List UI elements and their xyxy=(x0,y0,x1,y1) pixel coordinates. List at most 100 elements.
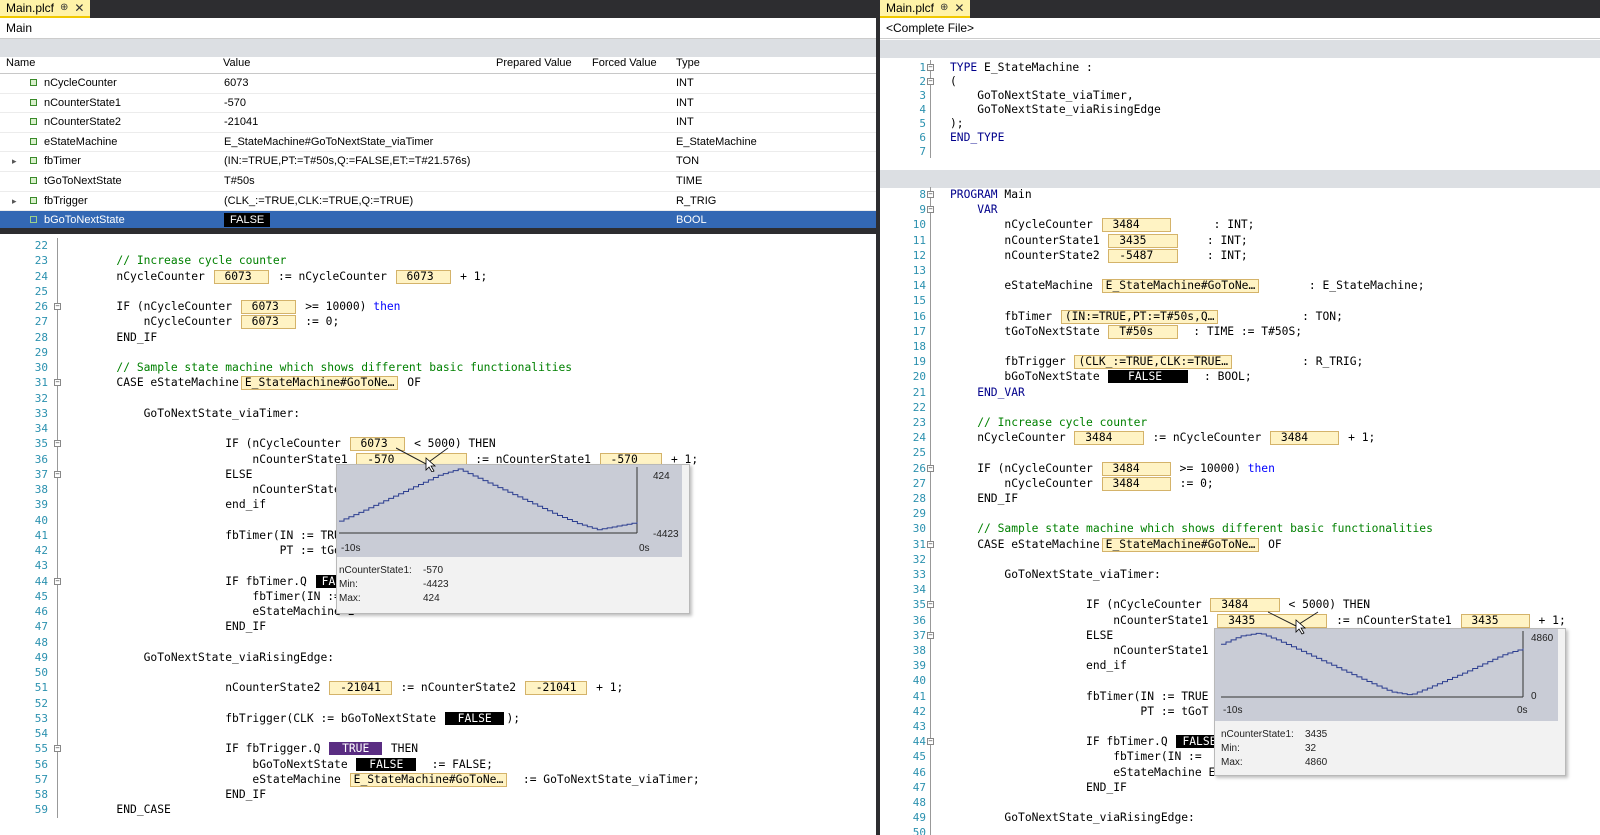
collapse-icon[interactable]: − xyxy=(927,64,934,71)
code-line[interactable]: 27 nCycleCounter 6073 := 0; xyxy=(0,314,876,330)
close-icon[interactable]: ✕ xyxy=(954,0,964,17)
watch-row-nCounterState2[interactable]: nCounterState2 -21041 INT xyxy=(0,113,876,133)
collapse-icon[interactable]: − xyxy=(927,206,934,214)
inline-online-value[interactable]: 6073 xyxy=(240,300,297,314)
inline-online-value[interactable]: 3435 xyxy=(1108,233,1178,248)
code-line[interactable]: 49 GoToNextState_viaRisingEdge: xyxy=(880,810,1600,825)
code-line[interactable]: 29 xyxy=(880,506,1600,521)
code-line[interactable]: 36 nCounterState1 3435 := nCounterState1… xyxy=(880,613,1600,628)
code-line[interactable]: 30 // Sample state machine which shows d… xyxy=(880,521,1600,536)
code-line[interactable]: 2− ( xyxy=(880,74,1600,89)
code-line[interactable]: 28 END_IF xyxy=(880,491,1600,506)
inline-online-value[interactable]: 6073 xyxy=(395,269,452,284)
close-icon[interactable]: ✕ xyxy=(74,0,84,17)
code-line[interactable]: 24 nCycleCounter 6073 := nCycleCounter 6… xyxy=(0,269,876,284)
code-line[interactable]: 6 END_TYPE xyxy=(880,130,1600,145)
code-line[interactable]: 52 xyxy=(0,696,876,711)
code-line[interactable]: 28 END_IF xyxy=(0,330,876,345)
code-line[interactable]: 25 xyxy=(880,445,1600,460)
collapse-icon[interactable]: − xyxy=(927,631,934,639)
code-line[interactable]: 35− IF (nCycleCounter 3484 < 5000) THEN xyxy=(880,597,1600,613)
code-line[interactable]: 22 xyxy=(880,400,1600,415)
inline-online-value[interactable]: 3484 xyxy=(1270,431,1340,446)
code-line[interactable]: 8− PROGRAM Main xyxy=(880,187,1600,202)
left-breadcrumb[interactable]: Main xyxy=(0,18,876,39)
code-line[interactable]: 20 bGoToNextState FALSE : BOOL; xyxy=(880,369,1600,384)
code-line[interactable]: 59 END_CASE xyxy=(0,802,876,817)
code-line[interactable]: 54 xyxy=(0,726,876,741)
collapse-icon[interactable]: − xyxy=(54,379,61,387)
column-header-prepared-value[interactable]: Prepared Value xyxy=(496,57,572,69)
inline-online-value[interactable]: E_StateMachine#GoToNe… xyxy=(1101,537,1260,552)
collapse-icon[interactable]: − xyxy=(54,470,61,478)
right-breadcrumb[interactable]: <Complete File> xyxy=(880,18,1600,39)
column-header-type[interactable]: Type xyxy=(676,57,700,69)
code-line[interactable]: 47 END_IF xyxy=(0,619,876,634)
code-line[interactable]: 29 xyxy=(0,345,876,360)
code-line[interactable]: 48 xyxy=(880,795,1600,810)
code-line[interactable]: 12 nCounterState2 -5487 : INT; xyxy=(880,248,1600,263)
collapse-icon[interactable]: − xyxy=(54,440,61,448)
collapse-icon[interactable]: − xyxy=(927,540,934,548)
inline-online-value[interactable]: 6073 xyxy=(240,315,297,330)
expand-arrow-icon[interactable]: ▸ xyxy=(12,192,17,211)
collapse-icon[interactable]: − xyxy=(927,78,934,85)
code-line[interactable]: 58 END_IF xyxy=(0,787,876,802)
code-line[interactable]: 26− IF (nCycleCounter 6073 >= 10000) the… xyxy=(0,299,876,314)
code-line[interactable]: 49 GoToNextState_viaRisingEdge: xyxy=(0,650,876,665)
code-line[interactable]: 26− IF (nCycleCounter 3484 >= 10000) the… xyxy=(880,461,1600,476)
code-line[interactable]: 47 END_IF xyxy=(880,780,1600,795)
code-line[interactable]: 23 // Increase cycle counter xyxy=(0,253,876,268)
inline-online-value[interactable]: E_StateMachine#GoToNe… xyxy=(240,376,399,391)
inline-online-value[interactable]: E_StateMachine#GoToNe… xyxy=(349,772,508,787)
inline-online-value[interactable]: -21041 xyxy=(329,681,392,696)
column-header-forced-value[interactable]: Forced Value xyxy=(592,57,657,69)
expand-arrow-icon[interactable]: ▸ xyxy=(12,152,17,171)
inline-online-value[interactable]: T#50s xyxy=(1108,324,1178,339)
inline-online-value[interactable]: FALSE xyxy=(444,711,505,725)
inline-online-value[interactable]: 3484 xyxy=(1101,461,1171,476)
column-header-name[interactable]: Name xyxy=(6,57,35,69)
right-type-declaration[interactable]: 1− TYPE E_StateMachine : 2− (3 GoToNextStat… xyxy=(880,60,1600,170)
code-line[interactable]: 22 xyxy=(0,238,876,253)
inline-online-value[interactable]: (IN:=TRUE,PT:=T#50s,Q… xyxy=(1060,309,1219,324)
collapse-icon[interactable]: − xyxy=(927,601,934,609)
code-line[interactable]: 15 xyxy=(880,293,1600,308)
code-line[interactable]: 16 fbTimer (IN:=TRUE,PT:=T#50s,Q… : TON; xyxy=(880,309,1600,324)
code-line[interactable]: 34 xyxy=(880,582,1600,597)
code-line[interactable]: 31− CASE eStateMachine E_StateMachine#GoT… xyxy=(880,537,1600,552)
code-line[interactable]: 18 xyxy=(880,339,1600,354)
code-line[interactable]: 24 nCycleCounter 3484 := nCycleCounter 3… xyxy=(880,430,1600,446)
watch-variable-value[interactable]: (IN:=TRUE,PT:=T#50s,Q:=FALSE,ET:=T#21.57… xyxy=(224,152,470,171)
inline-online-value[interactable]: FALSE xyxy=(356,757,417,771)
inline-online-value[interactable]: TRUE xyxy=(329,742,383,756)
code-line[interactable]: 51 nCounterState2 -21041 := nCounterStat… xyxy=(0,680,876,696)
code-line[interactable]: 53 fbTrigger(CLK := bGoToNextState FALSE… xyxy=(0,711,876,726)
code-line[interactable]: 13 xyxy=(880,263,1600,278)
code-line[interactable]: 27 nCycleCounter 3484 := 0; xyxy=(880,476,1600,491)
watch-row-tGoToNextState[interactable]: tGoToNextState T#50s TIME xyxy=(0,172,876,192)
code-line[interactable]: 7 xyxy=(880,144,1600,159)
inline-online-value[interactable]: E_StateMachine#GoToNe… xyxy=(1101,279,1260,294)
watch-variable-value[interactable]: -21041 xyxy=(224,113,258,132)
code-line[interactable]: 33 GoToNextState_viaTimer: xyxy=(0,406,876,421)
collapse-icon[interactable]: − xyxy=(927,464,934,472)
code-line[interactable]: 10 nCycleCounter 3484 : INT; xyxy=(880,217,1600,233)
inline-online-value[interactable]: 3484 xyxy=(1074,431,1144,446)
column-header-value[interactable]: Value xyxy=(223,57,250,69)
code-line[interactable]: 32 xyxy=(880,552,1600,567)
split-divider[interactable] xyxy=(0,228,876,234)
watch-row-fbTimer[interactable]: ▸ fbTimer (IN:=TRUE,PT:=T#50s,Q:=FALSE,ET:… xyxy=(0,152,876,172)
code-line[interactable]: 25 xyxy=(0,284,876,299)
collapse-icon[interactable]: − xyxy=(927,738,934,746)
inline-online-value[interactable]: -21041 xyxy=(524,681,588,696)
watch-variable-value[interactable]: 6073 xyxy=(224,74,248,93)
code-line[interactable]: 9− VAR xyxy=(880,202,1600,217)
code-line[interactable]: 21 END_VAR xyxy=(880,385,1600,400)
code-line[interactable]: 23 // Increase cycle counter xyxy=(880,415,1600,430)
code-line[interactable]: 14 eStateMachine E_StateMachine#GoToNe… … xyxy=(880,278,1600,294)
inline-online-value[interactable]: 6073 xyxy=(213,269,270,284)
right-document-tab[interactable]: Main.plcf ⊕ ✕ xyxy=(880,0,971,18)
code-line[interactable]: 5); xyxy=(880,116,1600,131)
code-line[interactable]: 50 xyxy=(0,665,876,680)
